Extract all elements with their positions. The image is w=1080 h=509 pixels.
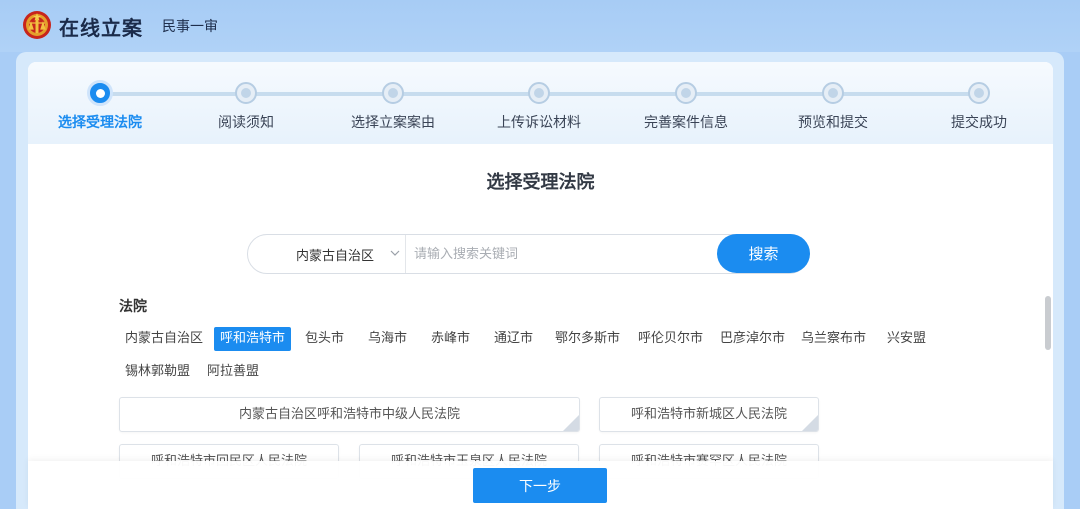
court-option-label: 内蒙古自治区呼和浩特市中级人民法院 bbox=[238, 407, 460, 422]
court-option[interactable]: 内蒙古自治区呼和浩特市中级人民法院 bbox=[119, 397, 580, 432]
step-complete-info: 完善案件信息 bbox=[606, 82, 766, 132]
app-subtitle: 民事一审 bbox=[162, 19, 218, 35]
city-tag-ulanqab[interactable]: 乌兰察布市 bbox=[795, 327, 872, 351]
step-label: 上传诉讼材料 bbox=[497, 115, 581, 131]
main-card: 选择受理法院 阅读须知 选择立案案由 上传诉讼材料 完善案件信息 预览和提交 提… bbox=[28, 62, 1053, 509]
step-dot-icon bbox=[87, 80, 113, 106]
step-label: 完善案件信息 bbox=[644, 115, 728, 131]
city-tag-bayannur[interactable]: 巴彦淖尔市 bbox=[714, 327, 791, 351]
city-tag-wuhai[interactable]: 乌海市 bbox=[362, 327, 413, 351]
step-label: 选择立案案由 bbox=[351, 115, 435, 131]
step-upload-materials: 上传诉讼材料 bbox=[459, 82, 619, 132]
chevron-down-icon bbox=[390, 250, 400, 256]
step-dot-icon bbox=[528, 82, 550, 104]
page-title: 选择受理法院 bbox=[486, 172, 595, 193]
city-tag-xilingol[interactable]: 锡林郭勒盟 bbox=[119, 360, 196, 384]
step-dot-icon bbox=[822, 82, 844, 104]
step-label: 选择受理法院 bbox=[58, 115, 142, 131]
step-preview-submit: 预览和提交 bbox=[753, 82, 913, 132]
progress-steps: 选择受理法院 阅读须知 选择立案案由 上传诉讼材料 完善案件信息 预览和提交 提… bbox=[28, 62, 1053, 144]
step-read-notice: 阅读须知 bbox=[166, 82, 326, 132]
city-tag-inner-mongolia[interactable]: 内蒙古自治区 bbox=[119, 327, 209, 351]
region-select[interactable]: 内蒙古自治区 bbox=[248, 235, 406, 273]
step-dot-icon bbox=[382, 82, 404, 104]
court-option[interactable]: 呼和浩特市新城区人民法院 bbox=[599, 397, 819, 432]
corner-mark-icon bbox=[563, 415, 579, 431]
step-label: 阅读须知 bbox=[218, 115, 274, 131]
court-section-label: 法院 bbox=[119, 299, 147, 315]
step-label: 提交成功 bbox=[951, 115, 1007, 131]
city-tag-chifeng[interactable]: 赤峰市 bbox=[425, 327, 476, 351]
next-step-button[interactable]: 下一步 bbox=[473, 468, 607, 503]
city-tag-baotou[interactable]: 包头市 bbox=[299, 327, 350, 351]
city-tag-ordos[interactable]: 鄂尔多斯市 bbox=[549, 327, 626, 351]
app-title: 在线立案 bbox=[59, 16, 143, 40]
court-option-label: 呼和浩特市新城区人民法院 bbox=[630, 407, 787, 422]
search-input[interactable] bbox=[414, 244, 714, 264]
step-dot-icon bbox=[968, 82, 990, 104]
court-emblem-icon bbox=[23, 11, 51, 39]
step-dot-icon bbox=[675, 82, 697, 104]
step-select-court: 选择受理法院 bbox=[28, 80, 180, 132]
city-tag-hinggan[interactable]: 兴安盟 bbox=[881, 327, 932, 351]
step-dot-icon bbox=[235, 82, 257, 104]
top-bar: 在线立案 民事一审 bbox=[0, 0, 1080, 52]
city-tag-alxa[interactable]: 阿拉善盟 bbox=[201, 360, 265, 384]
corner-mark-icon bbox=[802, 415, 818, 431]
step-select-cause: 选择立案案由 bbox=[313, 82, 473, 132]
city-tag-tongliao[interactable]: 通辽市 bbox=[488, 327, 539, 351]
scrollbar-thumb[interactable] bbox=[1045, 296, 1051, 350]
city-tag-hohhot[interactable]: 呼和浩特市 bbox=[214, 327, 292, 351]
step-label: 预览和提交 bbox=[798, 115, 868, 131]
city-tag-hulunbuir[interactable]: 呼伦贝尔市 bbox=[632, 327, 709, 351]
region-select-value: 内蒙古自治区 bbox=[296, 248, 375, 264]
search-button[interactable]: 搜索 bbox=[717, 234, 810, 273]
step-submit-success: 提交成功 bbox=[899, 82, 1053, 132]
